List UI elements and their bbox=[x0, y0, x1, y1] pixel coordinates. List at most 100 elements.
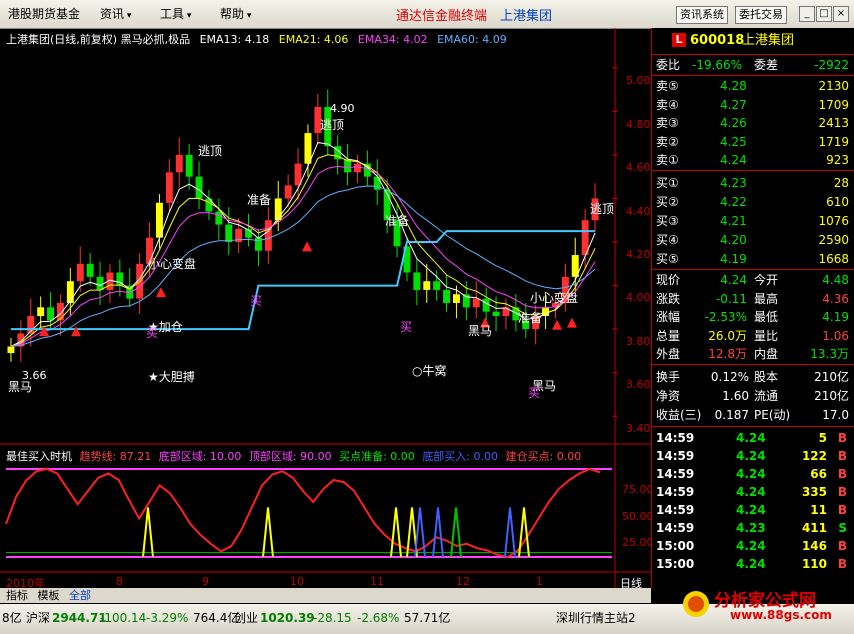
menu-item-tools[interactable]: 工具 bbox=[160, 5, 191, 22]
chart-title: 上港集团(日线,前复权) 黑马必抓,极品 bbox=[6, 33, 191, 46]
dark-horse-label: 黑马 bbox=[468, 324, 493, 338]
level-price: 4.23 bbox=[720, 176, 747, 190]
stat-value: 4.24 bbox=[720, 273, 747, 287]
fundamentals-row: 净资 1.60 流通 210亿 bbox=[652, 387, 854, 405]
candle-body bbox=[482, 298, 490, 312]
level-price: 4.24 bbox=[720, 153, 747, 167]
candle-body bbox=[185, 154, 193, 177]
stat-label: 净资 bbox=[656, 389, 681, 403]
price-tick: 5.00 bbox=[626, 74, 651, 87]
stat-value: 210亿 bbox=[814, 389, 849, 403]
chart-header: 上港集团(日线,前复权) 黑马必抓,极品 EMA13: 4.18 EMA21: … bbox=[6, 31, 507, 47]
stat-value: 0.187 bbox=[714, 408, 749, 422]
x-tick: 9 bbox=[202, 575, 209, 588]
tick-time: 14:59 bbox=[656, 449, 695, 463]
tick-price: 4.24 bbox=[736, 467, 766, 481]
tick-volume: 66 bbox=[810, 467, 827, 481]
minimize-button[interactable]: _ bbox=[799, 6, 815, 22]
level-label: 卖⑤ bbox=[656, 79, 679, 93]
menu-item-help[interactable]: 帮助 bbox=[220, 5, 251, 22]
level-label: 买⑤ bbox=[656, 252, 679, 266]
stat-label: 涨跌 bbox=[656, 291, 681, 306]
tick-price: 4.24 bbox=[736, 557, 766, 571]
trade-button[interactable]: 委托交易 bbox=[735, 6, 787, 24]
tick-volume: 335 bbox=[801, 485, 827, 499]
kline-chart[interactable] bbox=[0, 28, 651, 588]
prepare-label: 准备 bbox=[518, 311, 543, 325]
tick-price: 4.24 bbox=[736, 431, 766, 445]
tick-direction: B bbox=[837, 467, 847, 481]
buy-signal-label: 买 bbox=[250, 294, 263, 308]
stat-value: -2.53% bbox=[704, 310, 747, 324]
sell-level-row: 卖⑤ 4.28 2130 bbox=[652, 77, 854, 95]
tick-direction: B bbox=[837, 557, 847, 571]
tick-row: 15:00 4.24 146 B bbox=[652, 537, 854, 555]
stat-label: 换手 bbox=[656, 370, 681, 384]
logo-url: www.88gs.com bbox=[730, 608, 832, 622]
buy-signal-label: 买 bbox=[146, 326, 159, 340]
stat-value: 4.36 bbox=[822, 291, 849, 306]
menu-item-hk-futures[interactable]: 港股期货基金 bbox=[8, 5, 80, 22]
tick-time: 14:59 bbox=[656, 467, 695, 481]
price-tick: 4.00 bbox=[626, 291, 651, 304]
candle-body bbox=[472, 298, 480, 308]
level-label: 卖④ bbox=[656, 97, 679, 112]
tick-row: 14:59 4.24 66 B bbox=[652, 465, 854, 483]
tick-direction: B bbox=[837, 485, 847, 499]
stats-row: 现价 4.24 今开 4.48 bbox=[652, 271, 854, 289]
menu-item-news[interactable]: 资讯 bbox=[100, 5, 131, 22]
close-button[interactable]: × bbox=[833, 6, 849, 22]
tick-price: 4.24 bbox=[736, 503, 766, 517]
tick-volume: 110 bbox=[801, 557, 827, 571]
menu-bar: 港股期货基金 资讯 工具 帮助 通达信金融终端 上港集团 资讯系统 委托交易 _… bbox=[0, 0, 854, 29]
station-label[interactable]: 深圳行情主站2 bbox=[556, 606, 636, 630]
candle-body bbox=[165, 172, 173, 203]
sell-level-row: 卖④ 4.27 1709 bbox=[652, 96, 854, 114]
tick-price: 4.24 bbox=[736, 449, 766, 463]
stat-label: 收益(三) bbox=[656, 408, 702, 422]
tick-time: 14:59 bbox=[656, 485, 695, 499]
stat-value: 26.0万 bbox=[708, 328, 747, 343]
level-label: 买④ bbox=[656, 233, 679, 247]
escape-top-label: 逃顶 bbox=[320, 118, 345, 132]
level-price: 4.25 bbox=[720, 134, 747, 149]
maximize-button[interactable]: □ bbox=[816, 6, 832, 22]
tab-all[interactable]: 全部 bbox=[69, 589, 91, 602]
stats-row: 涨跌 -0.11 最高 4.36 bbox=[652, 290, 854, 308]
escape-top-label: 逃顶 bbox=[590, 202, 615, 216]
buy-signal-label: 买 bbox=[400, 320, 413, 334]
escape-top-label: 逃顶 bbox=[198, 144, 223, 158]
tick-row: 14:59 4.23 411 S bbox=[652, 519, 854, 537]
signal-triangle bbox=[156, 287, 166, 298]
level-label: 买② bbox=[656, 195, 679, 209]
ema60-line bbox=[10, 185, 596, 347]
candle-body bbox=[304, 133, 312, 164]
tick-row: 14:59 4.24 11 B bbox=[652, 501, 854, 519]
buy-signal-spike bbox=[432, 507, 444, 558]
bull-nest-label: ○牛窝 bbox=[412, 364, 447, 378]
weibi-value: -19.66% bbox=[692, 58, 743, 72]
candle-body bbox=[423, 281, 431, 290]
candle-body bbox=[225, 224, 233, 242]
stat-value: 4.19 bbox=[822, 310, 849, 324]
candle-body bbox=[175, 154, 183, 173]
level-label: 买③ bbox=[656, 214, 679, 228]
indicator-header: 最佳买入时机 趋势线: 87.21 底部区域: 10.00 顶部区域: 90.0… bbox=[6, 448, 581, 464]
hs-amount: 764.4亿 bbox=[193, 611, 240, 625]
level-volume: 2130 bbox=[818, 79, 849, 93]
tab-template[interactable]: 模板 bbox=[38, 589, 60, 602]
stat-label: 最低 bbox=[754, 310, 779, 324]
sell-level-row: 卖② 4.25 1719 bbox=[652, 133, 854, 151]
kline-chart-area[interactable]: 上港集团(日线,前复权) 黑马必抓,极品 EMA13: 4.18 EMA21: … bbox=[0, 28, 654, 590]
stat-label: PE(动) bbox=[754, 408, 791, 422]
level-label: 卖① bbox=[656, 153, 679, 167]
tab-indicator[interactable]: 指标 bbox=[6, 589, 28, 602]
news-system-button[interactable]: 资讯系统 bbox=[676, 6, 728, 24]
candle-body bbox=[462, 294, 470, 308]
level-price: 4.20 bbox=[720, 233, 747, 247]
buy-level-row: 买② 4.22 610 bbox=[652, 193, 854, 211]
stat-label: 量比 bbox=[754, 328, 779, 343]
candle-body bbox=[502, 307, 510, 317]
candle-body bbox=[195, 176, 203, 199]
ema34-label: EMA34: 4.02 bbox=[357, 33, 428, 46]
